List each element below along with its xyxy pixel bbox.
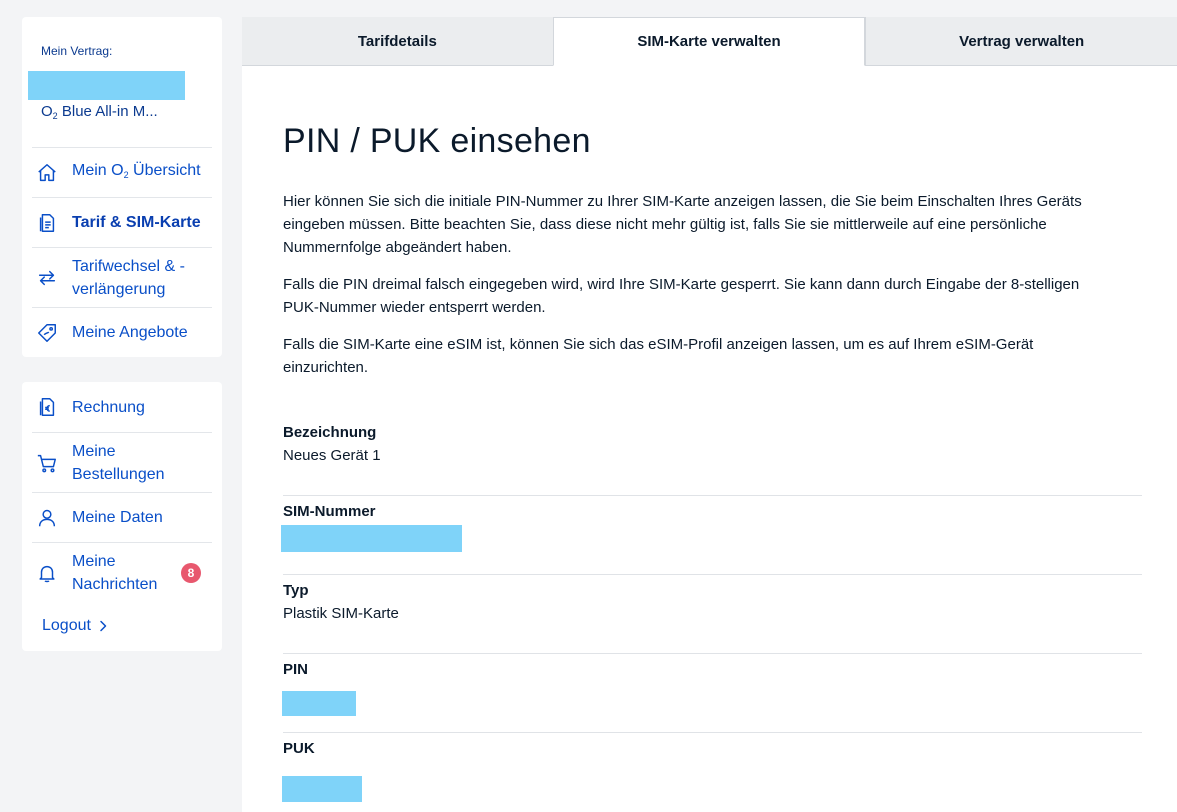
field-label: Bezeichnung bbox=[283, 424, 377, 441]
logout-label: Logout bbox=[42, 617, 91, 634]
sidebar-item-label: Tarif & SIM-Karte bbox=[72, 214, 201, 231]
redacted-puk bbox=[282, 776, 362, 802]
main-panel: Tarifdetails SIM-Karte verwalten Vertrag… bbox=[242, 17, 1177, 812]
unread-count-badge: 8 bbox=[181, 562, 201, 583]
contract-label: Mein Vertrag: bbox=[41, 44, 113, 58]
chevron-right-icon bbox=[100, 620, 107, 632]
redacted-contract-number bbox=[28, 71, 185, 100]
sim-details: Bezeichnung Neues Gerät 1 SIM-Nummer Typ… bbox=[281, 417, 1142, 812]
esim-info-paragraph: Falls die SIM-Karte eine eSIM ist, könne… bbox=[283, 336, 1034, 376]
field-designation: Bezeichnung Neues Gerät 1 bbox=[283, 417, 1142, 496]
invoice-euro-icon bbox=[32, 396, 62, 418]
sidebar-item-overview[interactable]: Mein O2 Übersicht bbox=[32, 147, 212, 197]
sidebar-item-offers[interactable]: Meine Angebote bbox=[32, 307, 212, 357]
sidebar-item-my-data[interactable]: Meine Daten bbox=[32, 492, 212, 542]
sidebar-item-label: Rechnung bbox=[72, 398, 145, 416]
sidebar-item-orders[interactable]: Meine Bestellungen bbox=[32, 432, 212, 492]
tab-tariff-details[interactable]: Tarifdetails bbox=[242, 17, 553, 66]
account-nav-card: Rechnung Meine Bestellungen Meine Daten M… bbox=[22, 382, 222, 651]
field-value: Plastik SIM-Karte bbox=[283, 605, 399, 622]
page-title: PIN / PUK einsehen bbox=[283, 122, 591, 160]
field-puk: PUK bbox=[282, 733, 1142, 812]
sidebar-item-tariff-change[interactable]: Tarifwechsel & - verlängerung bbox=[32, 247, 212, 307]
cart-icon bbox=[32, 452, 62, 474]
home-icon bbox=[32, 162, 62, 184]
tab-bar: Tarifdetails SIM-Karte verwalten Vertrag… bbox=[242, 17, 1177, 66]
intro-paragraph: Hier können Sie sich die initiale PIN-Nu… bbox=[283, 193, 1082, 256]
contract-name[interactable]: O2 Blue All-in M... bbox=[41, 103, 158, 121]
pin-info-paragraph: Falls die PIN dreimal falsch eingegeben … bbox=[283, 276, 1080, 316]
field-label: PUK bbox=[283, 740, 315, 757]
bell-icon bbox=[32, 562, 62, 584]
sidebar-item-label: Mein O2 Übersicht bbox=[72, 161, 201, 180]
sidebar-item-messages[interactable]: Meine Nachrichten 8 bbox=[32, 542, 212, 602]
document-icon bbox=[32, 212, 62, 234]
sidebar-item-label: Meine Bestellungen bbox=[72, 442, 165, 483]
sidebar-item-label: Meine Angebote bbox=[72, 324, 188, 341]
tab-manage-sim[interactable]: SIM-Karte verwalten bbox=[552, 17, 866, 66]
swap-arrows-icon bbox=[32, 267, 62, 289]
sidebar-item-invoice[interactable]: Rechnung bbox=[32, 382, 212, 432]
tag-icon bbox=[32, 322, 62, 344]
sidebar-item-label: Meine Nachrichten bbox=[72, 552, 158, 593]
user-icon bbox=[32, 507, 62, 529]
sidebar-item-label: Meine Daten bbox=[72, 509, 163, 526]
sidebar-item-label: Tarifwechsel & - verlängerung bbox=[72, 257, 185, 298]
logout-link[interactable]: Logout bbox=[42, 617, 109, 635]
contract-nav-card: Mein Vertrag: O2 Blue All-in M... Mein O… bbox=[22, 17, 222, 357]
field-pin: PIN bbox=[282, 654, 1142, 733]
redacted-sim-number bbox=[281, 525, 462, 552]
field-type: Typ Plastik SIM-Karte bbox=[283, 575, 1142, 654]
field-label: PIN bbox=[283, 661, 309, 678]
redacted-pin bbox=[282, 691, 356, 716]
field-value: Neues Gerät 1 bbox=[283, 447, 381, 464]
tab-manage-contract[interactable]: Vertrag verwalten bbox=[865, 17, 1177, 66]
field-label: Typ bbox=[283, 582, 309, 599]
field-sim-number: SIM-Nummer bbox=[281, 496, 1142, 575]
content-area: PIN / PUK einsehen Hier können Sie sich … bbox=[281, 122, 1142, 812]
sidebar-item-tariff-sim[interactable]: Tarif & SIM-Karte bbox=[32, 197, 212, 247]
field-label: SIM-Nummer bbox=[283, 503, 376, 520]
